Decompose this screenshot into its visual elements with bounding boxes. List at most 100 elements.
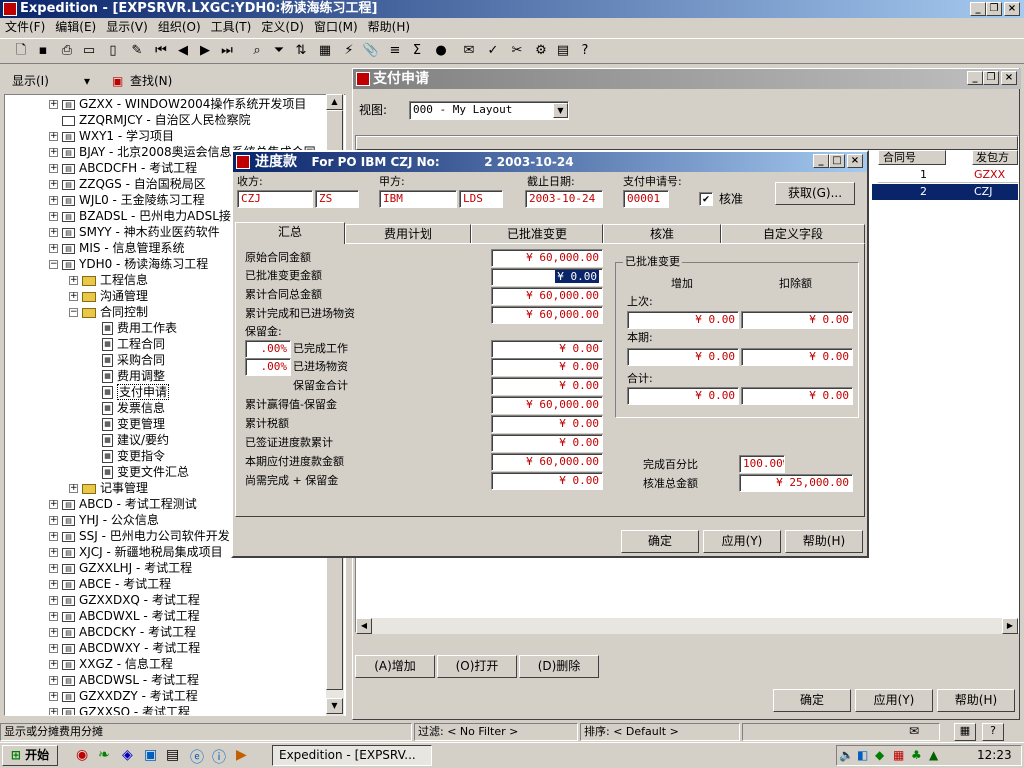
- payer-contact-field[interactable]: LDS: [459, 190, 503, 208]
- request-no-field[interactable]: 00001: [623, 190, 669, 208]
- tree-item[interactable]: + ▤ ABCD - 考试工程测试: [49, 496, 197, 512]
- filter-icon[interactable]: ⏷: [270, 42, 288, 60]
- tree-item[interactable]: + ▤ XJCJ - 新疆地税局集成项目: [49, 544, 223, 560]
- first-icon[interactable]: ⏮: [152, 42, 170, 60]
- tree-item[interactable]: + ▤ GZXXDZY - 考试工程: [49, 688, 198, 704]
- menu-organize[interactable]: 组织(O): [153, 18, 206, 37]
- tree-item[interactable]: ▦ 支付申请: [89, 384, 170, 400]
- ie-launch-icon[interactable]: ⓔ: [190, 747, 204, 767]
- tree-item[interactable]: + ▤ ABCDWSL - 考试工程: [49, 672, 199, 688]
- scroll-right-icon[interactable]: ▶: [1002, 618, 1018, 634]
- leaf-launch-icon[interactable]: ❧: [98, 747, 110, 763]
- view-dropdown-icon[interactable]: ▾: [84, 70, 90, 92]
- dialog-maximize-icon[interactable]: □: [829, 154, 845, 168]
- next-icon[interactable]: ▶: [196, 42, 214, 60]
- tree-item[interactable]: ▦ 变更文件汇总: [89, 464, 189, 480]
- restore-icon[interactable]: ❐: [986, 2, 1002, 16]
- info-launch-icon[interactable]: ⓘ: [212, 747, 226, 767]
- retain-material-field[interactable]: ¥ 0.00: [491, 358, 603, 376]
- original-contract-field[interactable]: ¥ 60,000.00: [491, 249, 603, 267]
- collapse-icon[interactable]: −: [49, 260, 58, 269]
- start-button[interactable]: ⊞ 开始: [2, 745, 58, 766]
- tree-item[interactable]: + ▤ GZXX - WINDOW2004操作系统开发项目: [49, 96, 306, 112]
- expand-icon[interactable]: +: [49, 180, 58, 189]
- edit-icon[interactable]: ✎: [128, 42, 146, 60]
- tree-item[interactable]: ▦ 费用工作表: [89, 320, 177, 336]
- table-row[interactable]: 1 GZXX: [878, 167, 1018, 183]
- layout-select[interactable]: 000 - My Layout: [409, 101, 569, 120]
- globe-icon[interactable]: ●: [432, 42, 450, 60]
- help-icon[interactable]: ?: [576, 42, 594, 60]
- tree-item[interactable]: + ▤ GZXXSQ - 考试工程: [49, 704, 190, 715]
- calendar-icon[interactable]: ▤: [554, 42, 572, 60]
- tree-item[interactable]: ZZQRMJCY - 自治区人民检察院: [49, 112, 251, 128]
- task-expedition[interactable]: Expedition - [EXPSRV...: [272, 745, 432, 766]
- expand-icon[interactable]: +: [49, 612, 58, 621]
- menu-view[interactable]: 显示(V): [101, 18, 153, 37]
- approve-checkbox[interactable]: ✔: [699, 192, 713, 206]
- last-icon[interactable]: ⏭: [218, 42, 236, 60]
- retainage-pct-work-field[interactable]: .00%: [245, 340, 291, 358]
- expand-icon[interactable]: +: [49, 516, 58, 525]
- expand-icon[interactable]: +: [49, 692, 58, 701]
- scroll-up-icon[interactable]: ▲: [326, 94, 343, 110]
- network-launch-icon[interactable]: ◈: [122, 747, 133, 763]
- prev-icon[interactable]: ◀: [174, 42, 192, 60]
- tray-tree-icon[interactable]: ♣: [911, 748, 922, 762]
- expand-icon[interactable]: +: [49, 228, 58, 237]
- tree-item[interactable]: − ▤ YDH0 - 杨读海练习工程: [49, 256, 208, 272]
- tools-icon[interactable]: ✂: [508, 42, 526, 60]
- current-deduction-field[interactable]: ¥ 0.00: [741, 348, 853, 366]
- tree-item[interactable]: + 工程信息: [69, 272, 148, 288]
- completed-materials-field[interactable]: ¥ 60,000.00: [491, 306, 603, 324]
- current-increase-field[interactable]: ¥ 0.00: [627, 348, 739, 366]
- mdi-restore-icon[interactable]: ❐: [983, 71, 999, 85]
- new-icon[interactable]: 🗋: [12, 42, 30, 60]
- tree-item[interactable]: + ▤ WXY1 - 学习项目: [49, 128, 174, 144]
- expand-icon[interactable]: +: [69, 276, 78, 285]
- previous-increase-field[interactable]: ¥ 0.00: [627, 311, 739, 329]
- fetch-button[interactable]: 获取(G)...: [775, 182, 855, 205]
- current-payable-field[interactable]: ¥ 60,000.00: [491, 453, 603, 471]
- percent-complete-field[interactable]: 100.00%: [739, 455, 785, 473]
- tree-item[interactable]: + 记事管理: [69, 480, 148, 496]
- find-button[interactable]: 查找(N): [130, 70, 172, 92]
- tree-item[interactable]: ▦ 变更管理: [89, 416, 165, 432]
- tree-item[interactable]: + ▤ ABCDWXY - 考试工程: [49, 640, 200, 656]
- total-deduction-field[interactable]: ¥ 0.00: [741, 387, 853, 405]
- media-launch-icon[interactable]: ▶: [236, 747, 247, 763]
- total-increase-field[interactable]: ¥ 0.00: [627, 387, 739, 405]
- expand-icon[interactable]: +: [49, 676, 58, 685]
- expand-icon[interactable]: +: [49, 660, 58, 669]
- expand-icon[interactable]: +: [69, 292, 78, 301]
- previous-deduction-field[interactable]: ¥ 0.00: [741, 311, 853, 329]
- dialog-ok-button[interactable]: 确定: [621, 530, 699, 553]
- open-button[interactable]: (O)打开: [437, 655, 517, 678]
- approved-total-field[interactable]: ¥ 25,000.00: [739, 474, 853, 492]
- tray-app-icon[interactable]: ▦: [893, 748, 904, 762]
- expand-icon[interactable]: +: [49, 644, 58, 653]
- expand-icon[interactable]: +: [49, 708, 58, 715]
- view-menu[interactable]: 显示(I): [12, 70, 49, 92]
- tree-item[interactable]: + 沟通管理: [69, 288, 148, 304]
- tree-item[interactable]: + ▤ WJL0 - 王金陵练习工程: [49, 192, 205, 208]
- sort-icon[interactable]: ⇅: [292, 42, 310, 60]
- retainage-pct-material-field[interactable]: .00%: [245, 358, 291, 376]
- apply-button[interactable]: 应用(Y): [855, 689, 933, 712]
- mdi-close-icon[interactable]: ×: [1001, 71, 1017, 85]
- retain-work-field[interactable]: ¥ 0.00: [491, 340, 603, 358]
- expand-icon[interactable]: +: [49, 564, 58, 573]
- tree-item[interactable]: ▦ 费用调整: [89, 368, 165, 384]
- tree-item[interactable]: + ▤ GZXXLHJ - 考试工程: [49, 560, 192, 576]
- col-contract-no[interactable]: 合同号: [878, 150, 946, 165]
- menu-edit[interactable]: 编辑(E): [50, 18, 101, 37]
- tax-total-field[interactable]: ¥ 0.00: [491, 415, 603, 433]
- expand-icon[interactable]: +: [49, 212, 58, 221]
- collapse-icon[interactable]: −: [69, 308, 78, 317]
- signed-payments-field[interactable]: ¥ 0.00: [491, 434, 603, 452]
- tree-item[interactable]: ▦ 发票信息: [89, 400, 165, 416]
- expand-icon[interactable]: +: [49, 596, 58, 605]
- calc-status-icon[interactable]: ▦: [954, 723, 976, 741]
- tree-item[interactable]: + ▤ SSJ - 巴州电力公司软件开发: [49, 528, 230, 544]
- tree-item[interactable]: + ▤ MIS - 信息管理系统: [49, 240, 184, 256]
